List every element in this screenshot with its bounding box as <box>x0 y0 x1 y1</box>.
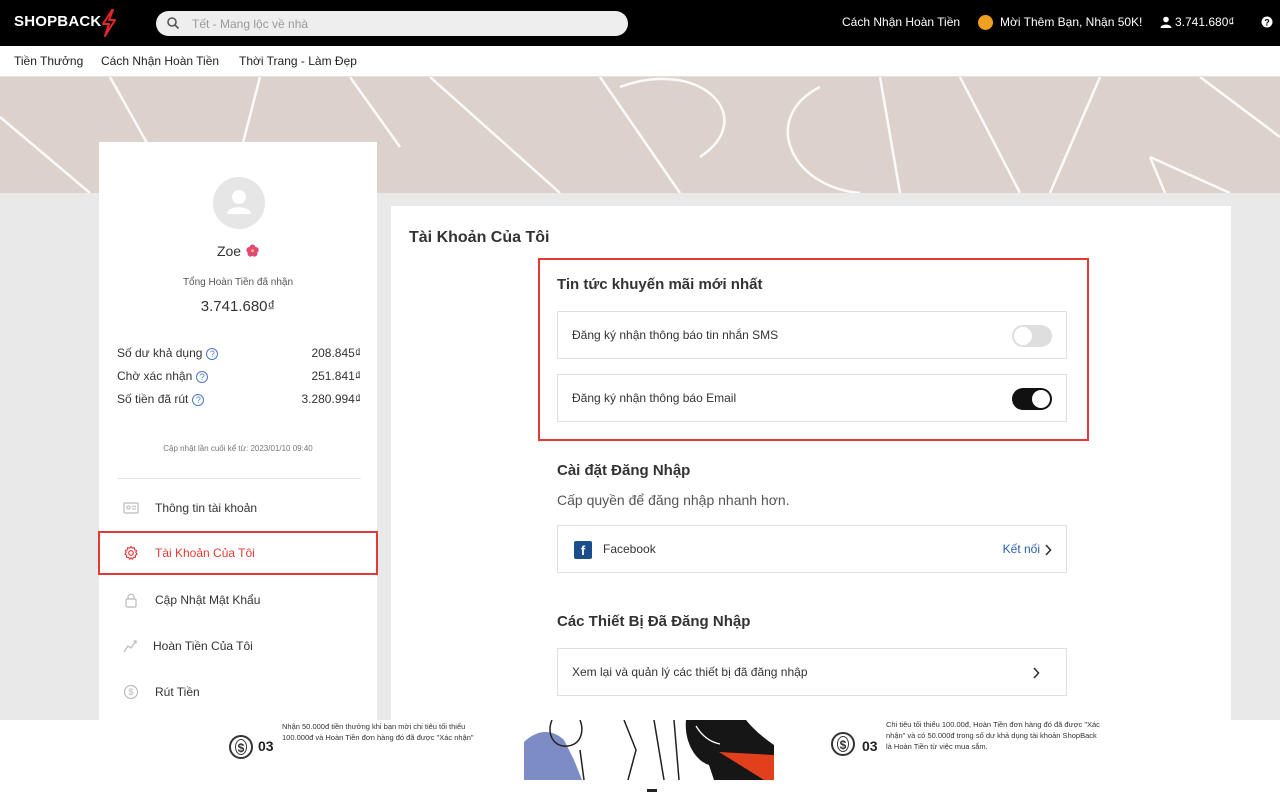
devices-section-title: Các Thiết Bị Đã Đăng Nhập <box>557 613 751 630</box>
profile-sidebar: Zoe Tổng Hoàn Tiền đã nhận 3.741.680₫ Số… <box>98 142 378 720</box>
menu-item-my-account[interactable]: Tài Khoản Của Tôi <box>98 531 378 575</box>
email-notification-row: Đăng ký nhận thông báo Email <box>557 374 1067 422</box>
menu-item-label: Hoàn Tiền Của Tôi <box>153 639 253 653</box>
logo-bolt-icon <box>102 9 116 37</box>
stat-label: Số dư khả dụng <box>117 346 203 360</box>
toggle-knob <box>1014 327 1032 345</box>
nav-item-fashion[interactable]: Thời Trang - Làm Đẹp <box>239 54 357 68</box>
avatar <box>213 177 265 229</box>
svg-text:$: $ <box>128 687 133 697</box>
step-number: 03 <box>258 738 274 754</box>
invite-link[interactable]: Mời Thêm Bạn, Nhận 50K! <box>1000 15 1142 29</box>
divider <box>117 478 361 479</box>
step-description: Nhận 50.000đ tiền thưởng khi bạn mời chi… <box>282 722 474 742</box>
step-number: 03 <box>862 738 878 754</box>
sms-toggle[interactable] <box>1012 325 1052 347</box>
facebook-connect-row[interactable]: f Facebook Kết nối <box>557 525 1067 573</box>
nav-item-how-cashback[interactable]: Cách Nhận Hoàn Tiền <box>101 54 219 68</box>
menu-item-label: Thông tin tài khoản <box>155 501 258 515</box>
id-card-icon <box>123 502 139 514</box>
menu-item-label: Rút Tiền <box>155 685 200 699</box>
manage-devices-row[interactable]: Xem lại và quản lý các thiết bị đã đăng … <box>557 648 1067 696</box>
manage-devices-label: Xem lại và quản lý các thiết bị đã đăng … <box>572 665 808 679</box>
category-nav: Tiền Thưởng Cách Nhận Hoàn Tiền Thời Tra… <box>0 46 1280 77</box>
sms-notification-row: Đăng ký nhận thông báo tin nhắn SMS <box>557 311 1067 359</box>
user-icon <box>1160 16 1172 28</box>
stat-value: 251.841₫ <box>311 369 361 383</box>
flower-icon <box>246 244 259 257</box>
menu-item-label: Cập Nhật Mật Khẩu <box>155 593 261 607</box>
stat-pending: Chờ xác nhận? 251.841₫ <box>117 369 361 387</box>
user-name: Zoe <box>216 243 242 259</box>
menu-item-withdraw[interactable]: $ Rút Tiền <box>99 670 377 714</box>
email-notification-label: Đăng ký nhận thông báo Email <box>572 391 737 405</box>
question-icon[interactable]: ? <box>206 348 219 360</box>
carousel-indicator[interactable] <box>647 789 657 792</box>
dollar-coin-icon: $ <box>229 735 253 759</box>
help-icon[interactable]: ? <box>1261 16 1273 28</box>
email-toggle[interactable] <box>1012 388 1052 410</box>
user-name-row: Zoe <box>99 243 377 259</box>
chevron-right-icon <box>1045 544 1052 556</box>
sms-notification-label: Đăng ký nhận thông báo tin nhắn SMS <box>572 328 779 342</box>
promo-section-title: Tin tức khuyến mãi mới nhất <box>557 276 763 293</box>
balance-link[interactable]: 3.741.680₫ <box>1175 15 1235 29</box>
toggle-knob <box>1032 390 1050 408</box>
svg-text:?: ? <box>1264 18 1270 28</box>
illustration <box>524 720 774 780</box>
coin-icon <box>978 15 993 30</box>
account-settings-panel: Tài Khoản Của Tôi Tin tức khuyến mãi mới… <box>391 206 1231 720</box>
money-icon: $ <box>123 684 139 700</box>
question-icon[interactable]: ? <box>196 371 209 383</box>
last-updated: Cập nhật lần cuối kể từ: 2023/01/10 09:4… <box>163 444 313 453</box>
how-cashback-link[interactable]: Cách Nhận Hoàn Tiền <box>842 15 960 29</box>
chart-icon <box>123 640 137 653</box>
promo-steps-banner: $ 03 Nhận 50.000đ tiền thưởng khi bạn mờ… <box>0 720 1280 800</box>
shopback-logo[interactable]: SHOPBACK <box>14 13 101 30</box>
page-title: Tài Khoản Của Tôi <box>409 229 550 246</box>
stat-label: Số tiền đã rút <box>117 392 189 406</box>
connect-link[interactable]: Kết nối <box>1003 542 1040 556</box>
stat-value: 3.280.994₫ <box>301 392 361 406</box>
chevron-right-icon <box>1033 667 1040 679</box>
stat-withdrawn: Số tiền đã rút? 3.280.994₫ <box>117 392 361 410</box>
gear-icon <box>124 545 138 560</box>
search-icon <box>167 17 180 30</box>
stat-value: 208.845₫ <box>311 346 361 360</box>
stat-label: Chờ xác nhận <box>117 369 193 383</box>
menu-item-update-password[interactable]: Cập Nhật Mật Khẩu <box>99 578 377 622</box>
top-bar: SHOPBACK Cách Nhận Hoàn Tiền Mời Thêm Bạ… <box>0 0 1280 46</box>
search-bar[interactable] <box>156 11 628 36</box>
stat-available: Số dư khả dụng? 208.845₫ <box>117 346 361 364</box>
total-cashback-label: Tổng Hoàn Tiền đã nhận <box>182 277 294 288</box>
login-section-title: Cài đặt Đăng Nhập <box>557 462 691 479</box>
nav-item-rewards[interactable]: Tiền Thưởng <box>14 54 83 68</box>
question-icon[interactable]: ? <box>192 394 205 406</box>
search-input[interactable] <box>192 14 612 33</box>
login-section-subtitle: Cấp quyền để đăng nhập nhanh hơn. <box>557 492 790 508</box>
menu-item-account-info[interactable]: Thông tin tài khoản <box>99 486 377 530</box>
facebook-label: Facebook <box>603 542 656 556</box>
facebook-icon: f <box>574 541 592 559</box>
step-description: Chi tiêu tối thiểu 100.00đ, Hoàn Tiền đơ… <box>886 720 1100 751</box>
menu-item-my-cashback[interactable]: Hoàn Tiền Của Tôi <box>99 624 377 668</box>
dollar-coin-icon: $ <box>831 732 855 756</box>
total-cashback-value: 3.741.680₫ <box>200 298 276 315</box>
menu-item-label: Tài Khoản Của Tôi <box>155 546 255 560</box>
lock-icon <box>125 593 137 608</box>
